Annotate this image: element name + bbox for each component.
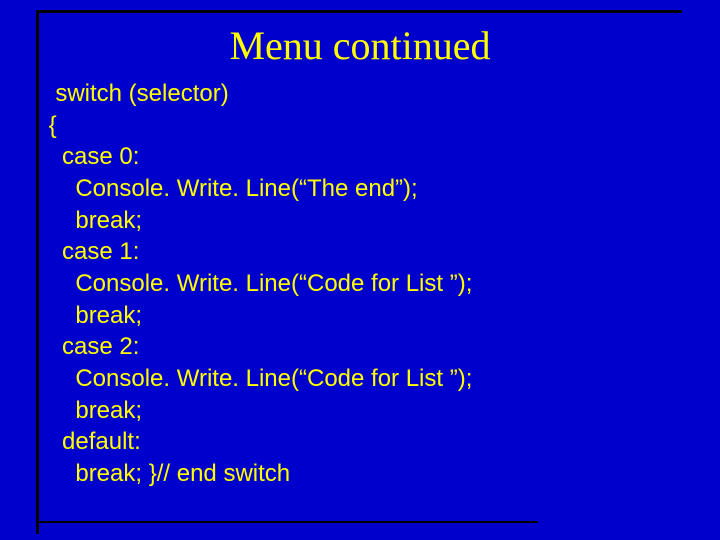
- code-line: break;: [42, 207, 142, 234]
- code-line: Console. Write. Line(“The end”);: [42, 175, 418, 202]
- slide-title: Menu continued: [0, 22, 720, 69]
- code-line: break; }// end switch: [42, 460, 290, 487]
- code-line: case 1:: [42, 238, 139, 265]
- code-line: break;: [42, 302, 142, 329]
- code-line: case 0:: [42, 143, 139, 170]
- code-line: Console. Write. Line(“Code for List ”);: [42, 365, 472, 392]
- code-line: break;: [42, 397, 142, 424]
- code-block: switch (selector) { case 0: Console. Wri…: [42, 78, 472, 490]
- code-line: Console. Write. Line(“Code for List ”);: [42, 270, 472, 297]
- code-line: switch (selector): [42, 80, 229, 107]
- code-underline: [38, 521, 538, 523]
- code-line: default:: [42, 428, 141, 455]
- slide: Menu continued switch (selector) { case …: [0, 0, 720, 540]
- code-line: {: [42, 112, 57, 139]
- code-line: case 2:: [42, 333, 139, 360]
